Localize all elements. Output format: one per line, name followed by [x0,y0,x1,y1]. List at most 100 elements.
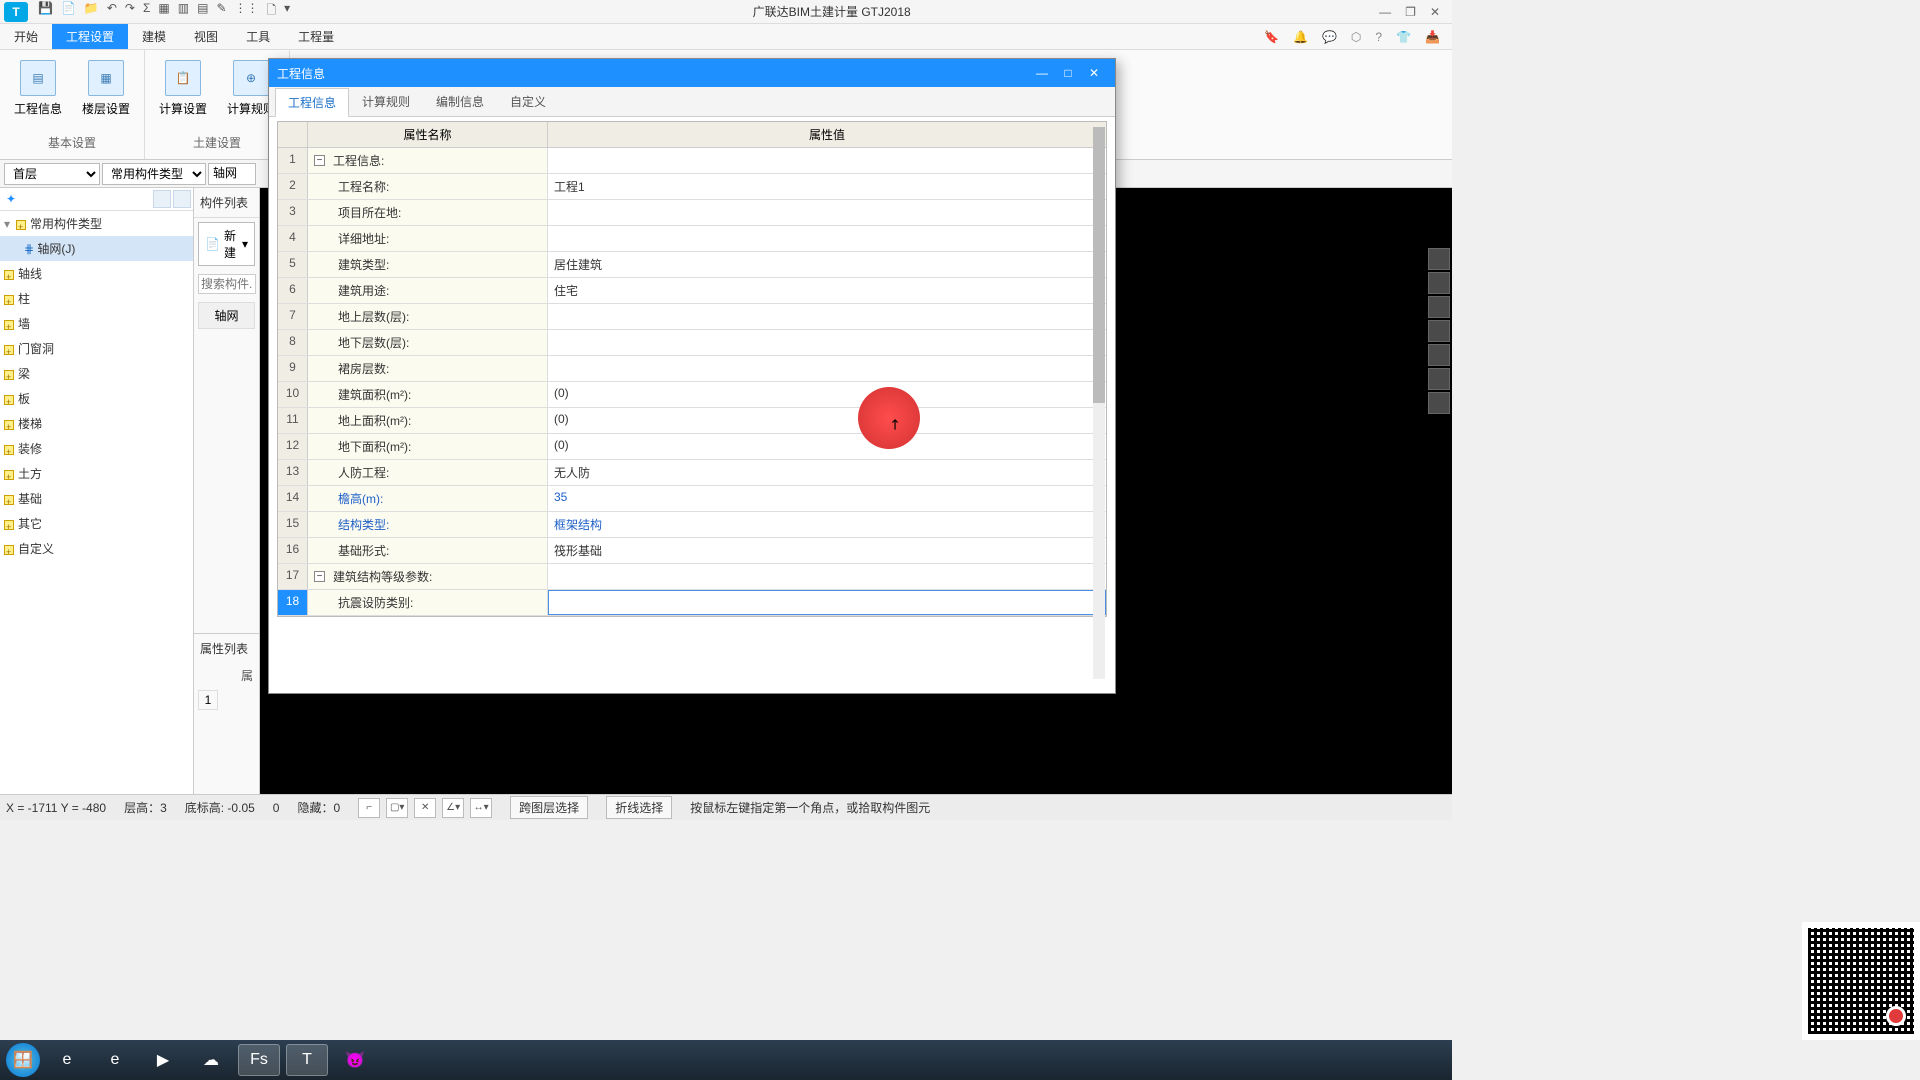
view-tool[interactable] [1428,296,1450,318]
property-value[interactable] [548,148,1106,173]
property-value[interactable] [548,564,1106,589]
property-value[interactable]: (0) [548,408,1106,433]
grid-row[interactable]: 3项目所在地: [278,200,1106,226]
qat-button[interactable]: 📄 [61,1,76,22]
grid-row[interactable]: 15结构类型:框架结构 [278,512,1106,538]
property-value[interactable] [548,226,1106,251]
cross-layer-select-button[interactable]: 跨图层选择 [510,796,588,819]
qat-button[interactable]: ↷ [125,1,135,22]
tree-item-selected[interactable]: ⋕ 轴网(J) [0,236,193,261]
tree-tool-2[interactable] [173,190,191,208]
menu-tab[interactable]: 视图 [180,24,232,49]
property-value[interactable] [548,356,1106,381]
menu-icon[interactable]: 👕 [1396,30,1411,44]
tree-item[interactable]: 门窗洞 [0,336,193,361]
tree-item[interactable]: 墙 [0,311,193,336]
grid-row[interactable]: 2工程名称:工程1 [278,174,1106,200]
qat-button[interactable]: 💾 [38,1,53,22]
property-value[interactable]: 筏形基础 [548,538,1106,563]
property-value[interactable]: 工程1 [548,174,1106,199]
list-item[interactable]: 轴网 [198,302,255,329]
grid-row[interactable]: 17−建筑结构等级参数: [278,564,1106,590]
ribbon-button[interactable]: ▤工程信息 [10,56,66,121]
dialog-minimize[interactable]: — [1029,66,1055,80]
qat-button[interactable]: ▦ [158,1,169,22]
status-tool[interactable]: ↔▾ [470,798,492,818]
dialog-tab[interactable]: 计算规则 [349,87,423,116]
property-value[interactable] [548,200,1106,225]
taskbar-app[interactable]: 😈 [334,1044,376,1076]
property-value[interactable]: (0) [548,382,1106,407]
status-tool[interactable]: ▢▾ [386,798,408,818]
tree-tool-1[interactable] [153,190,171,208]
grid-row[interactable]: 16基础形式:筏形基础 [278,538,1106,564]
tree-item[interactable]: 自定义 [0,536,193,561]
menu-tab[interactable]: 工程量 [284,24,348,49]
grid-row[interactable]: 4详细地址: [278,226,1106,252]
menu-tab[interactable]: 开始 [0,24,52,49]
property-value[interactable] [548,304,1106,329]
tree-item[interactable]: 土方 [0,461,193,486]
qat-button[interactable]: 📁 [84,1,99,22]
grid-scrollbar[interactable] [1093,127,1105,679]
grid-row[interactable]: 13人防工程:无人防 [278,460,1106,486]
grid-row[interactable]: 11地上面积(m²):(0) [278,408,1106,434]
search-input[interactable] [198,274,256,294]
grid-row[interactable]: 14檐高(m):35 [278,486,1106,512]
property-value[interactable]: (0) [548,434,1106,459]
menu-icon[interactable]: 🔖 [1264,30,1279,44]
grid-row[interactable]: 9裙房层数: [278,356,1106,382]
dialog-tab[interactable]: 编制信息 [423,87,497,116]
tree-item[interactable]: 其它 [0,511,193,536]
property-value[interactable]: 无人防 [548,460,1106,485]
menu-icon[interactable]: 🔔 [1293,30,1308,44]
dialog-tab[interactable]: 工程信息 [275,88,349,117]
view-tool[interactable] [1428,344,1450,366]
property-value[interactable] [548,590,1106,615]
polyline-select-button[interactable]: 折线选择 [606,796,672,819]
qat-button[interactable]: ✎ [216,1,226,22]
property-value[interactable]: 居住建筑 [548,252,1106,277]
tree-item[interactable]: 板 [0,386,193,411]
taskbar-app[interactable]: e [94,1044,136,1076]
item-select[interactable]: 轴网 [208,163,256,185]
taskbar-app[interactable]: ☁ [190,1044,232,1076]
qat-button[interactable]: ⋮⋮ [235,1,259,22]
view-tool[interactable] [1428,368,1450,390]
view-tool[interactable] [1428,248,1450,270]
qat-button[interactable]: Σ [143,1,150,22]
property-value[interactable]: 住宅 [548,278,1106,303]
qat-button[interactable]: ▤ [197,1,208,22]
grid-row[interactable]: 8地下层数(层): [278,330,1106,356]
menu-tab[interactable]: 工具 [232,24,284,49]
tree-item[interactable]: 轴线 [0,261,193,286]
maximize-button[interactable]: ❐ [1405,5,1416,19]
property-value[interactable]: 35 [548,486,1106,511]
grid-row[interactable]: 10建筑面积(m²):(0) [278,382,1106,408]
add-icon[interactable]: ✦ [2,190,20,208]
type-select[interactable]: 常用构件类型 [102,163,206,185]
grid-row[interactable]: 1−工程信息: [278,148,1106,174]
ribbon-button[interactable]: ▦楼层设置 [78,56,134,121]
grid-row[interactable]: 12地下面积(m²):(0) [278,434,1106,460]
view-tool[interactable] [1428,392,1450,414]
taskbar-app[interactable]: T [286,1044,328,1076]
tree-item[interactable]: 梁 [0,361,193,386]
qat-button[interactable]: ▥ [178,1,189,22]
dialog-tab[interactable]: 自定义 [497,87,559,116]
menu-tab[interactable]: 工程设置 [52,24,128,49]
taskbar-app[interactable]: 🪟 [6,1043,40,1077]
status-tool[interactable]: ∠▾ [442,798,464,818]
menu-icon[interactable]: ? [1375,30,1382,44]
property-value[interactable] [548,330,1106,355]
tree-item[interactable]: 柱 [0,286,193,311]
qat-button[interactable]: ↶ [107,1,117,22]
dialog-close[interactable]: ✕ [1081,66,1107,80]
menu-tab[interactable]: 建模 [128,24,180,49]
menu-icon[interactable]: ⬡ [1351,30,1361,44]
grid-row[interactable]: 18抗震设防类别: [278,590,1106,616]
dialog-titlebar[interactable]: 工程信息 — □ ✕ [269,59,1115,87]
floor-select[interactable]: 首层 [4,163,100,185]
taskbar-app[interactable]: Fs [238,1044,280,1076]
minimize-button[interactable]: — [1379,5,1391,19]
